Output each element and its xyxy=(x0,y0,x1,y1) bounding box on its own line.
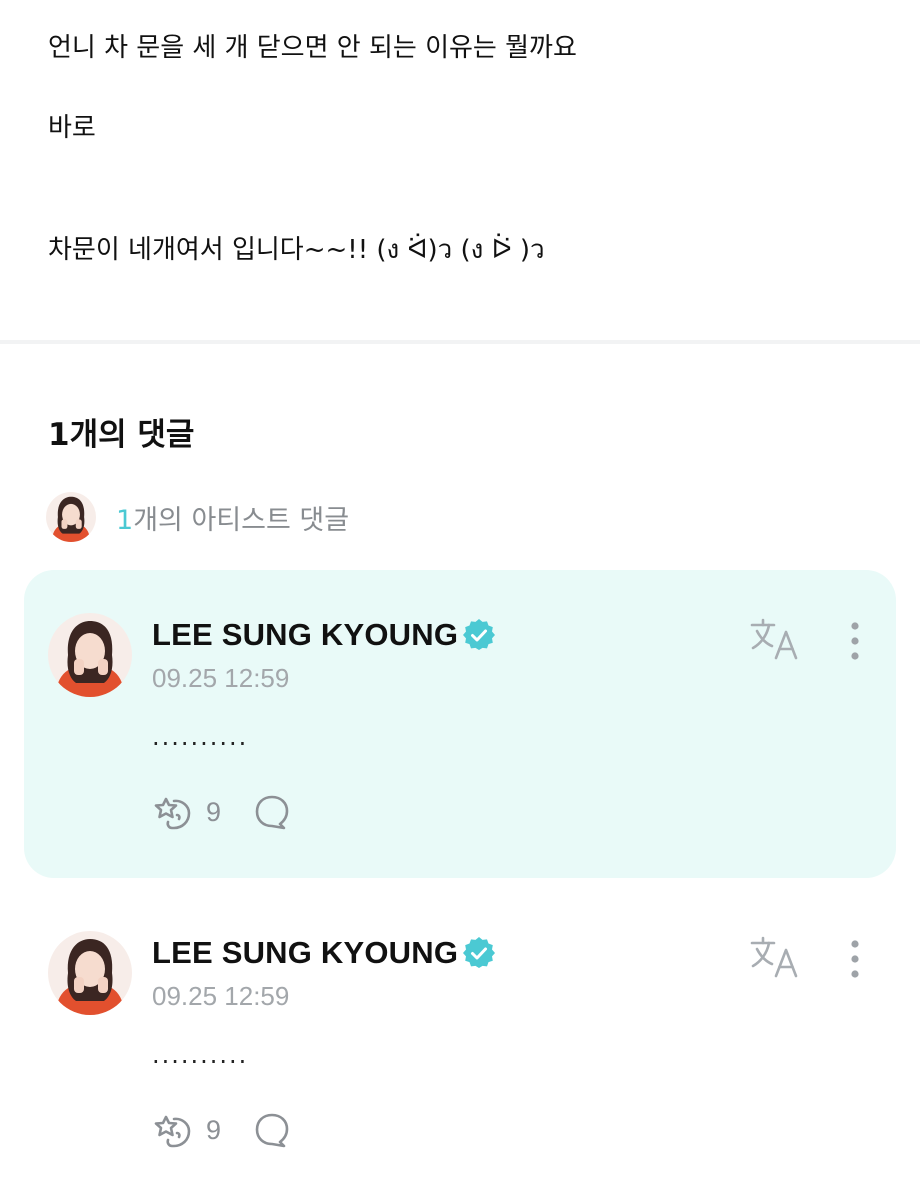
avatar[interactable] xyxy=(48,931,132,1015)
more-options-icon[interactable] xyxy=(844,938,866,980)
comment-actions: 9 xyxy=(152,1110,291,1150)
reaction-icon[interactable] xyxy=(152,791,194,833)
verified-badge-icon xyxy=(463,618,496,650)
post-text-line: 차문이 네개여서 입니다~~!! (ง ᐛ)ว (ง ᐖ )ว xyxy=(48,235,545,265)
artist-comments-filter[interactable]: 1개의 아티스트 댓글 xyxy=(46,492,349,542)
post-text-line: 바로 xyxy=(48,113,96,143)
artist-avatar xyxy=(46,492,96,542)
comment-body: .......... xyxy=(152,1041,249,1069)
author-row: LEE SUNG KYOUNG xyxy=(152,933,496,973)
reaction-icon[interactable] xyxy=(152,1109,194,1151)
author-name[interactable]: LEE SUNG KYOUNG xyxy=(152,935,458,971)
comment-timestamp: 09.25 12:59 xyxy=(152,981,290,1011)
comment-item: LEE SUNG KYOUNG 09.25 12:59 .......... 9 xyxy=(24,570,896,878)
comments-count-title: 1개의 댓글 xyxy=(48,415,194,455)
avatar[interactable] xyxy=(48,613,132,697)
more-options-icon[interactable] xyxy=(844,620,866,662)
reply-icon[interactable] xyxy=(253,1111,291,1149)
comment-timestamp: 09.25 12:59 xyxy=(152,663,290,693)
author-name[interactable]: LEE SUNG KYOUNG xyxy=(152,617,458,653)
comment-body: .......... xyxy=(152,723,249,751)
translate-icon[interactable] xyxy=(750,618,800,660)
artist-comments-label-text: 개의 아티스트 댓글 xyxy=(133,504,350,536)
translate-icon[interactable] xyxy=(750,936,800,978)
author-row: LEE SUNG KYOUNG xyxy=(152,615,496,655)
verified-badge-icon xyxy=(463,936,496,968)
comments-count-label: 개의 댓글 xyxy=(69,417,195,453)
reaction-count: 9 xyxy=(206,1114,222,1145)
comment-item: LEE SUNG KYOUNG 09.25 12:59 .......... 9 xyxy=(24,888,896,1188)
artist-comments-count: 1 xyxy=(116,504,134,536)
post-text-line: 언니 차 문을 세 개 닫으면 안 되는 이유는 뭘까요 xyxy=(48,33,577,63)
artist-comments-label: 1개의 아티스트 댓글 xyxy=(116,498,349,537)
post-body: 언니 차 문을 세 개 닫으면 안 되는 이유는 뭘까요 바로 차문이 네개여서… xyxy=(0,0,920,340)
section-divider xyxy=(0,340,920,344)
comments-count: 1 xyxy=(48,417,70,453)
comment-actions: 9 xyxy=(152,792,291,832)
reaction-count: 9 xyxy=(206,796,222,827)
reply-icon[interactable] xyxy=(253,793,291,831)
